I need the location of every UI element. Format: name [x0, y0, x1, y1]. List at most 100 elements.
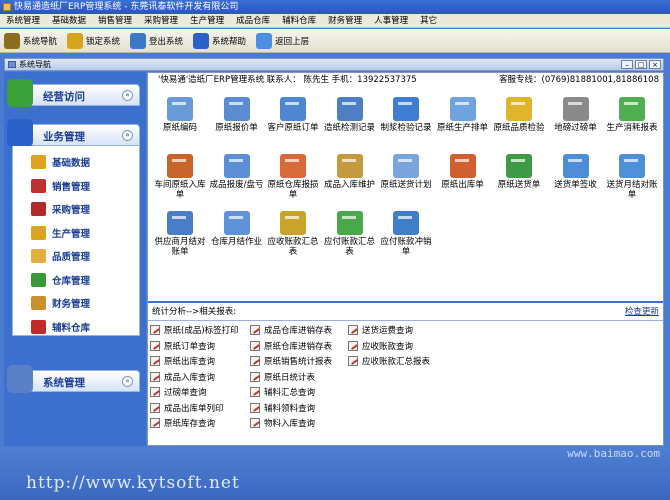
- report-link[interactable]: 原纸销售统计报表: [250, 354, 332, 368]
- menu-item[interactable]: 其它: [414, 14, 443, 27]
- menu-item[interactable]: 成品仓库: [230, 14, 276, 27]
- toolbar-button[interactable]: 系统导航: [4, 32, 57, 49]
- collapse-toggle-icon[interactable]: »: [122, 130, 133, 141]
- module-button[interactable]: 原纸出库单: [435, 154, 491, 190]
- module-button[interactable]: 原纸生产排单: [435, 97, 491, 133]
- menu-item[interactable]: 辅料仓库: [276, 14, 322, 27]
- module-button[interactable]: 应付账款冲销单: [378, 211, 434, 257]
- menu-item[interactable]: 生产管理: [184, 14, 230, 27]
- sidebar-item[interactable]: 辅料仓库: [31, 319, 90, 335]
- module-button[interactable]: 原纸送货单: [491, 154, 547, 190]
- sidebar-item[interactable]: 生产管理: [31, 225, 90, 241]
- module-icon: [280, 154, 306, 178]
- module-icon: [336, 154, 363, 178]
- menu-item[interactable]: 基础数据: [46, 14, 92, 27]
- report-link[interactable]: 应收账款查询: [348, 339, 413, 353]
- report-link[interactable]: 成品仓库进销存表: [250, 323, 332, 337]
- report-list: 原纸(成品)标签打印 原纸订单查询 原纸出库查询成品入库查询过磅单查询成品出库单列印…: [148, 320, 663, 445]
- expand-toggle-icon[interactable]: «: [122, 90, 133, 101]
- lock-icon: [67, 32, 84, 49]
- report-link[interactable]: 成品入库查询: [150, 370, 215, 384]
- module-button[interactable]: 送货单签收: [548, 154, 604, 190]
- report-link[interactable]: 原纸(成品)标签打印: [150, 323, 239, 337]
- module-icon: [280, 211, 306, 235]
- report-link[interactable]: 原纸仓库进销存表: [250, 339, 332, 353]
- sidebar-item[interactable]: 品质管理: [31, 248, 90, 264]
- module-button[interactable]: 造纸检测记录: [322, 97, 378, 133]
- module-label: 地磅过磅单: [554, 123, 597, 133]
- module-button[interactable]: 原纸品质检验: [491, 97, 547, 133]
- report-label: 成品入库查询: [164, 372, 216, 383]
- module-button[interactable]: 应收账款汇总表: [265, 211, 321, 257]
- module-button[interactable]: 供应商月结对账单: [152, 211, 208, 257]
- module-button[interactable]: 成品报废/盘亏: [209, 154, 265, 190]
- module-label: 应付账款冲销单: [380, 237, 432, 257]
- menu-item[interactable]: 人事管理: [368, 14, 414, 27]
- toolbar-button[interactable]: 返回上层: [256, 32, 309, 49]
- minimize-button[interactable]: –: [621, 60, 633, 69]
- module-button[interactable]: 原纸送货计划: [378, 154, 434, 190]
- sidebar-item[interactable]: 销售管理: [31, 178, 90, 194]
- panel-title: 系统导航: [19, 60, 51, 69]
- module-button[interactable]: 应付账款汇总表: [322, 211, 378, 257]
- menu-item[interactable]: 财务管理: [322, 14, 368, 27]
- menu-item[interactable]: 采购管理: [138, 14, 184, 27]
- module-button[interactable]: 送货月结对账单: [604, 154, 660, 200]
- sidebar-group-business-management[interactable]: 业务管理 »: [7, 119, 140, 147]
- module-button[interactable]: 成品入库维护: [322, 154, 378, 190]
- report-link[interactable]: 原纸日统计表: [250, 370, 315, 384]
- module-icon: [223, 211, 250, 235]
- sidebar-item[interactable]: 基础数据: [31, 154, 90, 170]
- report-link[interactable]: 原纸订单查询: [150, 339, 215, 353]
- module-button[interactable]: 仓库月结作业: [209, 211, 265, 247]
- report-link[interactable]: 辅料领料查询: [250, 401, 315, 415]
- module-button[interactable]: 原纸仓库报损单: [265, 154, 321, 200]
- report-link[interactable]: 辅料汇总查询: [250, 385, 315, 399]
- sidebar-item-label: 销售管理: [52, 181, 91, 193]
- module-label: 造纸检测记录: [323, 123, 375, 133]
- report-link[interactable]: 过磅单查询: [150, 385, 207, 399]
- expand-toggle-icon[interactable]: «: [122, 376, 133, 387]
- report-header: 统计分析-->相关报表: 检查更新: [148, 305, 663, 319]
- report-pencil-icon: [250, 402, 260, 413]
- report-link[interactable]: 成品出库单列印: [150, 401, 224, 415]
- check-update-link[interactable]: 检查更新: [625, 305, 659, 319]
- toolbar-button[interactable]: 系统帮助: [193, 32, 246, 49]
- menu-item[interactable]: 系统管理: [0, 14, 46, 27]
- report-link[interactable]: 送货运费查询: [348, 323, 413, 337]
- toolbar-button[interactable]: 登出系统: [130, 32, 183, 49]
- close-button[interactable]: ×: [649, 60, 661, 69]
- report-link[interactable]: 原纸出库查询: [150, 354, 215, 368]
- toolbar-button[interactable]: 锁定系统: [67, 32, 120, 49]
- module-label: 原纸送货单: [497, 180, 541, 190]
- report-link[interactable]: 原纸库存查询: [150, 416, 215, 430]
- sidebar-item[interactable]: 仓库管理: [31, 272, 90, 288]
- module-button[interactable]: 车间原纸入库单: [152, 154, 208, 200]
- module-icon: [167, 97, 193, 121]
- module-button[interactable]: 原纸报价单: [209, 97, 265, 133]
- menu-item[interactable]: 销售管理: [92, 14, 138, 27]
- report-pencil-icon: [348, 356, 358, 366]
- report-link[interactable]: 物料入库查询: [250, 416, 315, 430]
- sidebar-item[interactable]: 采购管理: [31, 201, 90, 217]
- sidebar-item[interactable]: 财务管理: [31, 295, 90, 311]
- module-button[interactable]: 地磅过磅单: [548, 97, 604, 133]
- menu-bar: 系统管理 基础数据 销售管理 采购管理 生产管理 成品仓库 辅料仓库 财务管理 人事管理 其它: [0, 14, 670, 28]
- module-button[interactable]: 原纸编码: [152, 97, 208, 133]
- module-button[interactable]: 生产消耗报表: [604, 97, 660, 133]
- sidebar-group-system-management[interactable]: 系统管理 «: [7, 365, 140, 393]
- app-icon: [3, 3, 11, 11]
- module-icon: [167, 211, 193, 235]
- sidebar-group-business-access[interactable]: 经营访问 «: [7, 79, 140, 107]
- module-button[interactable]: 制浆检验记录: [378, 97, 434, 133]
- module-label: 原纸送货计划: [380, 180, 432, 190]
- sidebar-item-label: 财务管理: [52, 299, 91, 310]
- report-pencil-icon: [150, 418, 160, 428]
- maximize-button[interactable]: □: [635, 60, 647, 69]
- window-title-bar: 快易通造纸厂ERP管理系统 - 东莞讯泰软件开发有限公司: [0, 0, 670, 14]
- section-divider: [148, 301, 663, 303]
- report-link[interactable]: 应收账款汇总报表: [348, 354, 430, 368]
- report-pencil-icon: [250, 325, 260, 335]
- report-pencil-icon: [150, 356, 160, 366]
- module-button[interactable]: 客户原纸订单: [265, 97, 321, 133]
